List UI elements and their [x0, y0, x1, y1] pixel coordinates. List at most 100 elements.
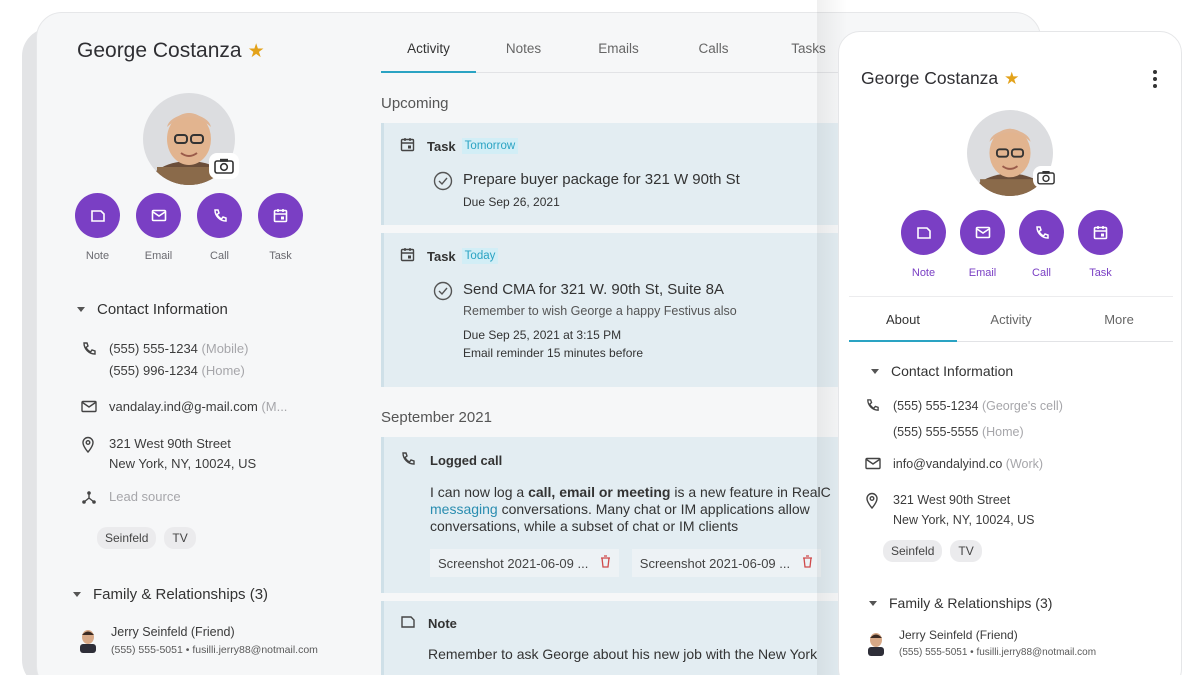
tab-calls[interactable]: Calls [666, 13, 761, 72]
address-line2[interactable]: New York, NY, 10024, US [893, 510, 1035, 530]
attachment-name: Screenshot 2021-06-09 ... [438, 555, 589, 571]
contact-avatar[interactable] [143, 93, 239, 185]
email-type: (Work) [1005, 457, 1044, 471]
email-row: info@vandalyind.co (Work) [865, 454, 1043, 476]
phone-entry[interactable]: (555) 996-1234 (Home) [109, 361, 249, 381]
phone-entry[interactable]: (555) 555-5555 (Home) [893, 422, 1063, 442]
email-address[interactable]: vandalay.ind@g-mail.com [109, 399, 258, 414]
email-action[interactable]: Email [960, 210, 1005, 279]
tag-chip[interactable]: Seinfeld [883, 540, 943, 562]
messaging-link[interactable]: messaging [430, 501, 498, 517]
phone-type: (Home) [201, 363, 245, 378]
more-options-icon[interactable] [1153, 70, 1157, 88]
address-line2[interactable]: New York, NY, 10024, US [109, 454, 256, 474]
email-icon [865, 454, 893, 476]
email-action[interactable]: Email [136, 193, 181, 262]
calendar-icon [400, 137, 415, 155]
quick-actions: Note Email Call Task [75, 193, 303, 262]
contact-name: George Costanza [77, 39, 242, 62]
tab-notes[interactable]: Notes [476, 13, 571, 72]
phone-entry[interactable]: (555) 555-1234 (Mobile) [109, 339, 249, 359]
note-action[interactable]: Note [75, 193, 120, 262]
calendar-icon[interactable] [258, 193, 303, 238]
tab-more[interactable]: More [1065, 297, 1173, 341]
address-line1[interactable]: 321 West 90th Street [893, 490, 1035, 510]
star-icon[interactable]: ★ [1004, 69, 1019, 88]
action-label: Task [1089, 267, 1112, 279]
mobile-tabs: About Activity More [849, 296, 1173, 342]
relation-detail: (555) 555-5051 • fusilli.jerry88@notmail… [111, 644, 318, 656]
phone-type: (George's cell) [981, 399, 1063, 413]
family-toggle[interactable]: Family & Relationships (3) [869, 595, 1052, 611]
email-icon[interactable] [960, 210, 1005, 255]
action-label: Email [968, 267, 997, 279]
relation-detail: (555) 555-5051 • fusilli.jerry88@notmail… [899, 647, 1097, 658]
tab-emails[interactable]: Emails [571, 13, 666, 72]
location-pin-icon [81, 434, 109, 474]
tag-chip[interactable]: Seinfeld [97, 527, 157, 549]
call-action[interactable]: Call [1019, 210, 1064, 279]
phone-number[interactable]: (555) 555-1234 [109, 341, 198, 356]
phone-entry[interactable]: (555) 555-1234 (George's cell) [893, 396, 1063, 416]
lead-source-icon [81, 487, 109, 511]
task-note: Remember to wish George a happy Festivus… [463, 304, 737, 318]
collapse-icon [869, 600, 877, 606]
tag-chip[interactable]: TV [164, 527, 196, 549]
family-toggle[interactable]: Family & Relationships (3) [73, 586, 268, 603]
task-action[interactable]: Task [258, 193, 303, 262]
calendar-icon[interactable] [1078, 210, 1123, 255]
phone-number[interactable]: (555) 555-5555 [893, 425, 978, 439]
note-icon [400, 615, 416, 632]
email-icon [81, 397, 109, 419]
action-label: Note [85, 250, 110, 262]
action-label: Email [144, 250, 173, 262]
task-due: Due Sep 25, 2021 at 3:15 PM [463, 328, 622, 342]
note-icon[interactable] [901, 210, 946, 255]
call-text: conversations. Many chat or IM applicati… [497, 501, 810, 517]
action-label: Note [911, 267, 936, 279]
collapse-icon [73, 592, 81, 597]
camera-icon[interactable] [209, 153, 239, 179]
call-text: is a new feature in RealC [670, 484, 831, 500]
relationship-item[interactable]: Jerry Seinfeld (Friend) (555) 555-5051 •… [865, 628, 1096, 658]
phone-number[interactable]: (555) 996-1234 [109, 363, 198, 378]
lead-source-row[interactable]: Lead source [81, 487, 181, 511]
trash-icon[interactable] [802, 555, 813, 571]
contact-sidebar: George Costanza ★ Note Email Call Task C… [37, 13, 377, 675]
collapse-icon [871, 368, 879, 374]
relationship-item[interactable]: Jerry Seinfeld (Friend) (555) 555-5051 •… [77, 625, 318, 656]
attachment[interactable]: Screenshot 2021-06-09 ... [631, 549, 822, 577]
tab-activity[interactable]: Activity [957, 297, 1065, 341]
email-icon[interactable] [136, 193, 181, 238]
email-address[interactable]: info@vandalyind.co [893, 457, 1002, 471]
task-type: Task [427, 138, 456, 154]
note-action[interactable]: Note [901, 210, 946, 279]
tab-about[interactable]: About [849, 297, 957, 342]
contact-info-toggle[interactable]: Contact Information [871, 363, 1013, 379]
contact-avatar[interactable] [967, 110, 1059, 196]
task-action[interactable]: Task [1078, 210, 1123, 279]
check-circle-icon[interactable] [433, 281, 453, 306]
star-icon[interactable]: ★ [248, 41, 265, 62]
phone-row: (555) 555-1234 (George's cell) (555) 555… [865, 396, 1063, 442]
phone-icon[interactable] [197, 193, 242, 238]
phone-icon[interactable] [1019, 210, 1064, 255]
relation-name: Jerry Seinfeld (Friend) [111, 625, 235, 639]
upcoming-heading: Upcoming [381, 95, 449, 112]
call-action[interactable]: Call [197, 193, 242, 262]
tab-activity[interactable]: Activity [381, 13, 476, 73]
attachment[interactable]: Screenshot 2021-06-09 ... [430, 549, 620, 577]
check-circle-icon[interactable] [433, 171, 453, 196]
tag-chip[interactable]: TV [950, 540, 982, 562]
section-title: Family & Relationships (3) [889, 595, 1053, 611]
address-line1[interactable]: 321 West 90th Street [109, 434, 256, 454]
camera-icon[interactable] [1033, 166, 1059, 188]
phone-number[interactable]: (555) 555-1234 [893, 399, 978, 413]
collapse-icon [77, 307, 85, 312]
task-title: Send CMA for 321 W. 90th St, Suite 8A [463, 281, 724, 298]
contact-info-toggle[interactable]: Contact Information [77, 301, 228, 318]
email-row: vandalay.ind@g-mail.com (M... [81, 397, 287, 419]
note-icon[interactable] [75, 193, 120, 238]
trash-icon[interactable] [600, 555, 611, 571]
due-badge: Tomorrow [461, 138, 519, 154]
